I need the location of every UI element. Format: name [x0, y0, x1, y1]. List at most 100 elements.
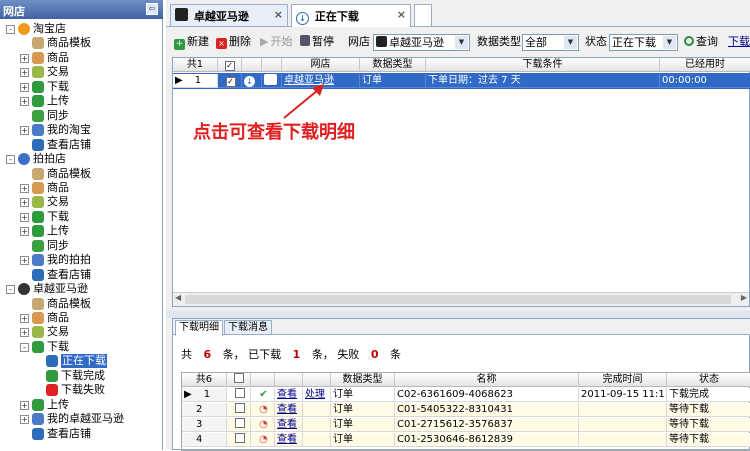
scroll-thumb[interactable] [185, 295, 731, 304]
horizontal-scrollbar[interactable]: ◀ ▶ [173, 292, 749, 306]
select-all-header[interactable]: ✓ [218, 58, 242, 72]
tree-node-label[interactable]: 我的卓越亚马逊 [47, 412, 124, 426]
tree-node-label[interactable]: 下载 [47, 340, 69, 354]
shop-select[interactable]: 卓越亚马逊 ▼ [373, 34, 470, 51]
expand-icon[interactable]: + [20, 53, 29, 63]
tree-node-label[interactable]: 商品模板 [47, 297, 91, 311]
checkbox-icon[interactable] [234, 418, 245, 428]
row-view[interactable]: 查看 [275, 433, 303, 447]
view-link[interactable]: 查看 [277, 434, 297, 445]
expand-icon[interactable]: + [20, 256, 29, 266]
row-status: 等待下载 [667, 403, 750, 417]
tree-node-label[interactable]: 商品 [47, 311, 69, 325]
row-view[interactable]: 查看 [275, 388, 303, 402]
checkbox-icon[interactable] [234, 433, 245, 443]
new-button[interactable]: + 新建 [174, 34, 209, 50]
tree-node-label[interactable]: 查看店铺 [47, 138, 91, 152]
expand-icon[interactable]: + [20, 328, 29, 338]
collapse-icon[interactable]: - [6, 285, 15, 295]
splitter[interactable] [166, 310, 750, 318]
pin-icon[interactable]: ⇦ [146, 3, 158, 15]
tree-node-label[interactable]: 下载 [47, 210, 69, 224]
tree-node-label[interactable]: 商品 [47, 181, 69, 195]
tree-node-label[interactable]: 交易 [47, 195, 69, 209]
tab-new-blank[interactable] [414, 4, 432, 26]
tree-node-label[interactable]: 同步 [47, 239, 69, 253]
tree-node-label[interactable]: 淘宝店 [33, 22, 66, 36]
expand-icon[interactable]: + [20, 82, 29, 92]
tab-download-messages[interactable]: 下载消息 [224, 320, 272, 335]
scroll-left-icon[interactable]: ◀ [175, 293, 181, 302]
tree-node-label[interactable]: 交易 [47, 65, 69, 79]
tree-node-label[interactable]: 同步 [47, 109, 69, 123]
scroll-right-icon[interactable]: ▶ [741, 293, 747, 302]
expand-icon[interactable]: + [20, 68, 29, 78]
query-button[interactable]: 查询 [684, 34, 718, 50]
tree-node-label[interactable]: 下载失败 [61, 383, 105, 397]
checkbox-icon[interactable] [234, 388, 245, 398]
row-checkbox[interactable] [227, 403, 251, 417]
row-checkbox[interactable]: ✓ [218, 74, 242, 88]
expand-icon[interactable]: + [20, 227, 29, 237]
tree-node-label[interactable]: 查看店铺 [47, 427, 91, 441]
delete-button[interactable]: × 删除 [216, 34, 251, 50]
query-label: 查询 [696, 35, 718, 48]
checkbox-icon[interactable]: ✓ [224, 61, 235, 71]
tree-node-label[interactable]: 交易 [47, 325, 69, 339]
expand-icon[interactable]: + [20, 97, 29, 107]
tree-node-label[interactable]: 拍拍店 [33, 152, 66, 166]
row-name: C01-2530646-8612839 [395, 433, 579, 447]
collapse-icon[interactable]: - [6, 155, 15, 165]
close-icon[interactable]: × [274, 8, 283, 21]
view-link[interactable]: 查看 [277, 419, 297, 430]
start-button[interactable]: ▶ 开始 [260, 34, 292, 50]
expand-icon[interactable]: + [20, 212, 29, 222]
checkbox-icon[interactable] [233, 373, 244, 383]
tree-node-label[interactable]: 我的拍拍 [47, 253, 91, 267]
checkbox-icon[interactable] [234, 403, 245, 413]
tree-node-label[interactable]: 正在下载 [61, 354, 107, 369]
tab-download-detail[interactable]: 下载明细 [175, 320, 223, 336]
status-select[interactable]: 正在下载 ▼ [609, 34, 678, 51]
handle-link[interactable]: 处理 [305, 389, 325, 400]
close-icon[interactable]: × [397, 8, 406, 21]
tree-node-label[interactable]: 商品模板 [47, 167, 91, 181]
row-view[interactable]: 查看 [275, 403, 303, 417]
view-link[interactable]: 查看 [277, 404, 297, 415]
tree-node-label[interactable]: 下载完成 [61, 369, 105, 383]
tree-node-label[interactable]: 查看店铺 [47, 268, 91, 282]
tree-node-label[interactable]: 商品 [47, 51, 69, 65]
tree-node-label[interactable]: 卓越亚马逊 [33, 282, 88, 296]
type-select[interactable]: 全部 ▼ [522, 34, 579, 51]
checkbox-icon[interactable]: ✓ [225, 77, 236, 87]
select-all-header[interactable] [227, 373, 251, 387]
tree-node-label[interactable]: 商品模板 [47, 36, 91, 50]
expand-icon[interactable]: + [20, 183, 29, 193]
expand-icon[interactable]: + [20, 314, 29, 323]
pause-button[interactable]: 暂停 [300, 34, 334, 50]
row-handle[interactable] [303, 418, 331, 432]
tree-node-label[interactable]: 下载 [47, 80, 69, 94]
tab-downloading[interactable]: ↓ 正在下载 × [291, 4, 411, 27]
type-select-value: 全部 [525, 36, 547, 49]
tree-node-label[interactable]: 上传 [47, 224, 69, 238]
view-link[interactable]: 查看 [277, 389, 297, 400]
collapse-icon[interactable]: - [6, 25, 15, 34]
row-handle[interactable] [303, 403, 331, 417]
download-link[interactable]: 下载 [728, 34, 750, 50]
row-checkbox[interactable] [227, 433, 251, 447]
row-handle[interactable]: 处理 [303, 388, 331, 402]
tree-node-label[interactable]: 上传 [47, 94, 69, 108]
tree-node-label[interactable]: 我的淘宝 [47, 123, 91, 137]
expand-icon[interactable]: + [20, 126, 29, 136]
tree-node-label[interactable]: 上传 [47, 398, 69, 412]
expand-icon[interactable]: + [20, 198, 29, 208]
row-view[interactable]: 查看 [275, 418, 303, 432]
expand-icon[interactable]: + [20, 400, 29, 410]
expand-icon[interactable]: + [20, 415, 29, 425]
collapse-icon[interactable]: - [20, 342, 29, 352]
row-checkbox[interactable] [227, 388, 251, 402]
row-handle[interactable] [303, 433, 331, 447]
tab-amazon[interactable]: 卓越亚马逊 × [170, 4, 288, 26]
row-checkbox[interactable] [227, 418, 251, 432]
